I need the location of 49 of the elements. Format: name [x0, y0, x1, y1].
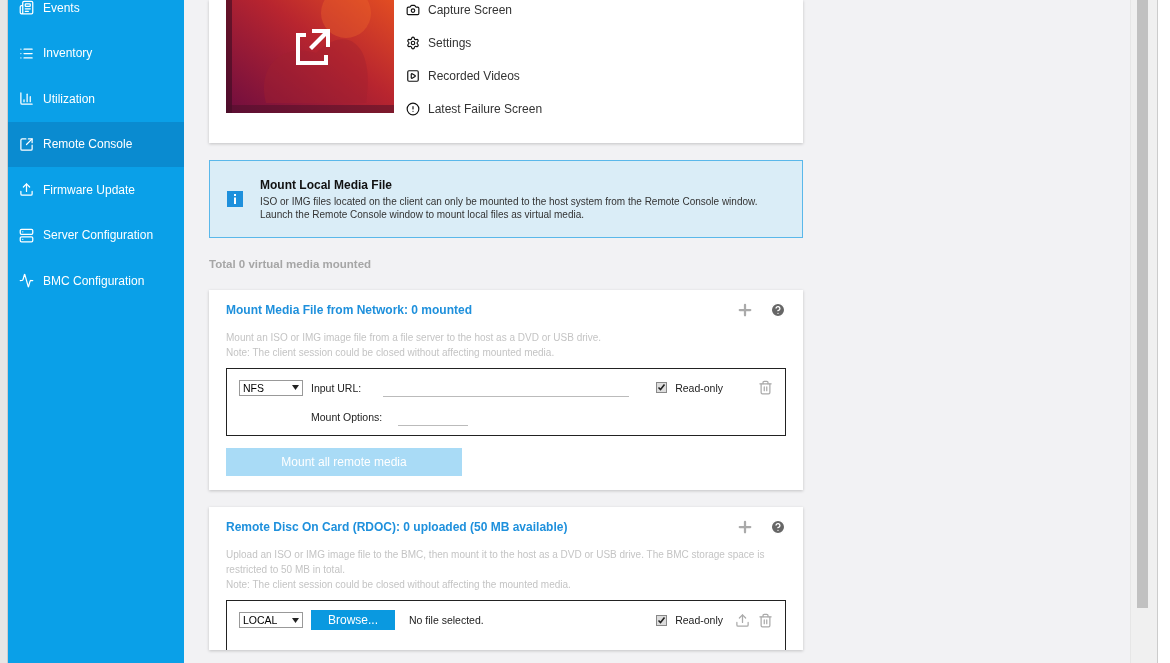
- sidebar-item[interactable]: Inventory: [8, 30, 184, 76]
- source-dropdown[interactable]: LOCAL: [239, 612, 303, 628]
- checkbox-label: Read-only: [675, 381, 723, 394]
- sidebar-item[interactable]: Firmware Update: [8, 167, 184, 213]
- scrollbar[interactable]: [1130, 0, 1157, 663]
- add-icon[interactable]: [736, 518, 754, 536]
- sidebar-item[interactable]: Utilization: [8, 76, 184, 122]
- caret-icon: [292, 617, 299, 623]
- settings-icon: [406, 35, 420, 50]
- card-title: Mount Media File from Network: 0 mounted: [226, 303, 473, 317]
- bar-chart-icon: [19, 91, 34, 107]
- play-icon: [406, 68, 420, 83]
- mounted-count: Total 0 virtual media mounted: [209, 258, 373, 270]
- field-label: Input URL:: [311, 381, 362, 394]
- info-icon: [227, 191, 243, 207]
- file-status: No file selected.: [409, 614, 485, 626]
- sidebar-item[interactable]: BMC Configuration: [8, 258, 184, 304]
- console-action-link[interactable]: Recorded Videos: [406, 66, 543, 85]
- sidebar-item[interactable]: Remote Console: [8, 121, 184, 167]
- console-action-link[interactable]: Capture Screen: [406, 0, 543, 19]
- console-action-link[interactable]: Settings: [406, 33, 543, 52]
- upload-icon[interactable]: [735, 612, 750, 628]
- checkbox[interactable]: [656, 614, 668, 626]
- newspaper-icon: [19, 0, 34, 16]
- trash-icon[interactable]: [758, 380, 773, 395]
- field-label: Mount Options:: [311, 410, 383, 423]
- console-action-link[interactable]: Latest Failure Screen: [406, 99, 543, 118]
- help-icon[interactable]: [770, 302, 786, 318]
- list-icon: [19, 45, 34, 61]
- browse-button[interactable]: Browse...: [311, 610, 395, 630]
- card-title: Remote Disc On Card (RDOC): 0 uploaded (50 MB available): [226, 520, 569, 534]
- add-icon[interactable]: [736, 301, 754, 319]
- sidebar-item[interactable]: Server Configuration: [8, 212, 184, 258]
- alert-icon: [406, 101, 420, 116]
- info-text: Launch the Remote Console window to mount local files as virtual media.: [260, 209, 586, 220]
- checkbox[interactable]: [656, 382, 668, 393]
- checkbox-label: Read-only: [675, 614, 723, 626]
- trash-icon[interactable]: [758, 612, 773, 628]
- server-icon: [19, 227, 34, 243]
- sidebar-item[interactable]: Events: [8, 0, 184, 31]
- caret-icon: [292, 385, 299, 390]
- upload-icon: [19, 182, 34, 198]
- info-text: ISO or IMG files located on the client can only be mounted to the host system from the Remote Console window.: [260, 196, 758, 207]
- external-link-icon: [19, 136, 34, 152]
- help-icon[interactable]: [770, 519, 786, 535]
- camera-icon: [406, 2, 420, 17]
- info-title: Mount Local Media File: [260, 178, 393, 192]
- protocol-dropdown[interactable]: NFS: [239, 379, 303, 396]
- pulse-icon: [19, 273, 34, 289]
